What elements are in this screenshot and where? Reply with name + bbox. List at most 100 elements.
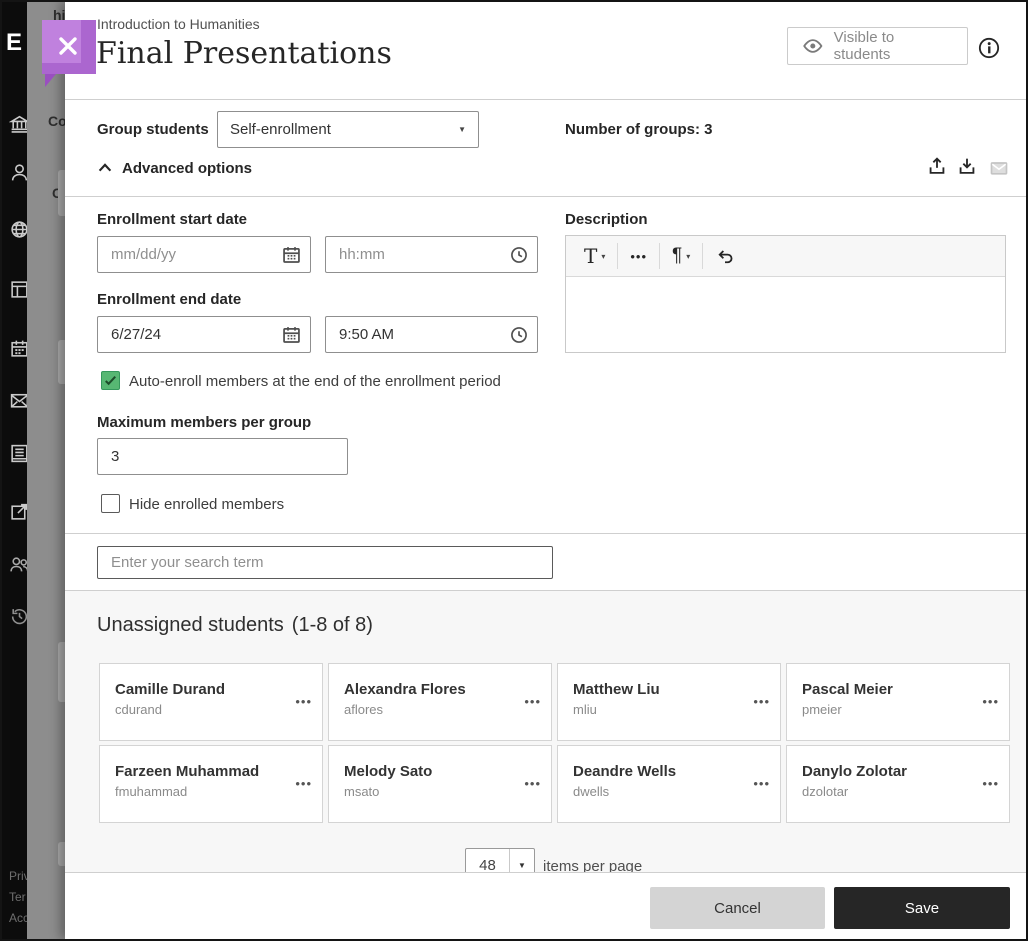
search-input[interactable]: [97, 546, 553, 579]
paragraph-button[interactable]: ¶ ▾: [660, 242, 702, 270]
logo-letter: E: [6, 29, 23, 56]
student-name: Pascal Meier: [802, 681, 893, 698]
save-button[interactable]: Save: [834, 887, 1010, 929]
privacy-link[interactable]: Priv: [9, 866, 27, 887]
description-textarea[interactable]: [566, 277, 1005, 353]
student-username: pmeier: [802, 702, 842, 717]
accessibility-link[interactable]: Acc: [9, 908, 27, 929]
student-card: Pascal Meier pmeier •••: [786, 663, 1010, 741]
kebab-menu-icon[interactable]: •••: [524, 776, 541, 791]
gradebook-icon[interactable]: [9, 443, 27, 464]
divider: [65, 99, 1026, 100]
close-icon: [59, 37, 77, 55]
student-card: Melody Sato msato •••: [328, 745, 552, 823]
student-card: Camille Durand cdurand •••: [99, 663, 323, 741]
description-label: Description: [565, 211, 648, 228]
chevron-down-icon: ▾: [686, 251, 691, 261]
group-students-label: Group students: [97, 121, 209, 138]
terms-link[interactable]: Ter: [9, 887, 27, 908]
student-card: Deandre Wells dwells •••: [557, 745, 781, 823]
hide-members-checkbox[interactable]: [101, 494, 120, 513]
student-username: msato: [344, 784, 380, 799]
breadcrumb-course-name: Introduction to Humanities: [97, 16, 260, 32]
courses-icon[interactable]: [9, 279, 27, 300]
kebab-menu-icon[interactable]: •••: [982, 776, 999, 791]
hidden-page-edge: [58, 340, 65, 384]
paragraph-icon: ¶: [672, 245, 683, 266]
student-card: Matthew Liu mliu •••: [557, 663, 781, 741]
text-style-icon: T: [584, 244, 598, 268]
hide-members-label: Hide enrolled members: [129, 496, 285, 513]
student-username: dzolotar: [802, 784, 849, 799]
sidebar-nav: E Priv Ter Acc: [2, 2, 27, 939]
export-icon[interactable]: [926, 155, 948, 177]
student-name: Alexandra Flores: [344, 681, 466, 698]
end-date-input[interactable]: [97, 316, 311, 353]
bubble-tail: [45, 74, 67, 87]
kebab-menu-icon[interactable]: •••: [524, 694, 541, 709]
page-dim-overlay: hi Co C: [27, 2, 65, 939]
student-card: Alexandra Flores aflores •••: [328, 663, 552, 741]
import-icon[interactable]: [956, 155, 978, 177]
auto-enroll-checkbox[interactable]: [101, 371, 120, 390]
unassigned-heading: Unassigned students: [97, 614, 284, 636]
cancel-button[interactable]: Cancel: [650, 887, 825, 929]
auto-enroll-label: Auto-enroll members at the end of the en…: [129, 373, 501, 390]
kebab-menu-icon[interactable]: •••: [753, 776, 770, 791]
messages-icon[interactable]: [9, 390, 27, 411]
advanced-options-toggle[interactable]: Advanced options: [96, 159, 252, 177]
institution-icon[interactable]: [9, 113, 27, 134]
page-title: Final Presentations: [96, 36, 392, 71]
divider: [65, 533, 1026, 534]
globe-icon[interactable]: [9, 219, 27, 240]
text-style-button[interactable]: T ▾: [572, 242, 617, 270]
hidden-page-edge: [58, 170, 65, 216]
max-members-input[interactable]: [97, 438, 348, 475]
visibility-label: Visible to students: [833, 29, 895, 63]
advanced-options-label: Advanced options: [122, 159, 253, 177]
unassigned-students-section: Unassigned students (1-8 of 8) Camille Du…: [65, 591, 1026, 874]
student-name: Camille Durand: [115, 681, 226, 698]
student-card-grid: Camille Durand cdurand ••• Alexandra Flo…: [99, 663, 1012, 823]
group-students-value: Self-enrollment: [230, 121, 331, 138]
student-count-range: (1-8 of 8): [291, 614, 373, 636]
kebab-menu-icon[interactable]: •••: [753, 694, 770, 709]
divider: [65, 196, 1026, 197]
student-username: mliu: [573, 702, 597, 717]
check-icon: [105, 376, 116, 386]
app-window: E Priv Ter Acc hi Co C Introduction to H…: [0, 0, 1028, 941]
groups-icon[interactable]: [9, 554, 27, 575]
enrollment-end-label: Enrollment end date: [97, 291, 242, 308]
more-tools-button[interactable]: •••: [618, 242, 659, 270]
share-icon[interactable]: [9, 501, 27, 522]
profile-icon[interactable]: [9, 162, 27, 183]
info-icon[interactable]: [978, 37, 1000, 59]
calendar-icon[interactable]: [9, 338, 27, 359]
undo-button[interactable]: [703, 242, 747, 270]
student-card: Farzeen Muhammad fmuhammad •••: [99, 745, 323, 823]
chevron-up-icon: [98, 163, 112, 172]
max-members-label: Maximum members per group: [97, 414, 312, 431]
ellipsis-icon: •••: [630, 248, 648, 264]
end-time-input[interactable]: [325, 316, 538, 353]
enrollment-start-label: Enrollment start date: [97, 211, 248, 228]
kebab-menu-icon[interactable]: •••: [295, 694, 312, 709]
student-card: Danylo Zolotar dzolotar •••: [786, 745, 1010, 823]
student-username: cdurand: [115, 702, 162, 717]
start-date-input[interactable]: [97, 236, 311, 273]
hidden-page-text: Co: [48, 113, 65, 129]
student-name: Danylo Zolotar: [802, 763, 908, 780]
student-name: Melody Sato: [344, 763, 433, 780]
kebab-menu-icon[interactable]: •••: [295, 776, 312, 791]
hidden-page-edge: [58, 642, 65, 702]
kebab-menu-icon[interactable]: •••: [982, 694, 999, 709]
number-of-groups: Number of groups: 3: [565, 121, 713, 138]
group-students-select[interactable]: Self-enrollment ▼: [217, 111, 479, 148]
editor-toolbar: T ▾ ••• ¶ ▾: [566, 236, 1005, 277]
start-time-input[interactable]: [325, 236, 538, 273]
history-icon[interactable]: [9, 606, 27, 627]
section-heading: Unassigned students (1-8 of 8): [97, 614, 373, 637]
student-name: Farzeen Muhammad: [115, 763, 260, 780]
visibility-button[interactable]: Visible to students: [787, 27, 968, 65]
hidden-page-edge: [58, 842, 65, 866]
